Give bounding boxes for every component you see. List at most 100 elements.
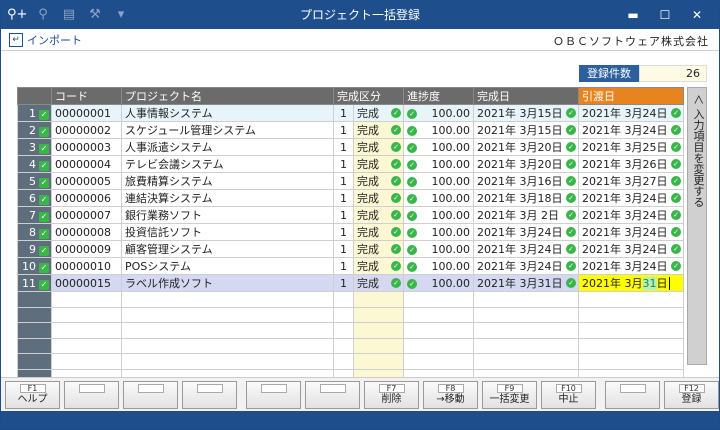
empty-cell[interactable]	[473, 291, 579, 308]
kubun-code-cell[interactable]: 1	[333, 274, 354, 292]
kubun-code-cell[interactable]: 1	[333, 172, 354, 190]
code-cell[interactable]: 00000001	[51, 104, 122, 122]
table-row[interactable]: 3 ✓ 00000003 人事派遣システム 1 完成 ✓ ✓ 100.00 2021年 3月20日…	[17, 138, 684, 156]
kubun-name-cell[interactable]: 完成 ✓	[353, 104, 404, 122]
row-number[interactable]: 2 ✓	[17, 121, 52, 139]
row-number[interactable]: 10 ✓	[17, 257, 52, 275]
row-number[interactable]: 6 ✓	[17, 189, 52, 207]
empty-cell[interactable]	[51, 337, 122, 354]
code-cell[interactable]: 00000006	[51, 189, 122, 207]
code-cell[interactable]: 00000015	[51, 274, 122, 292]
empty-cell[interactable]	[403, 322, 474, 339]
table-row[interactable]: 11 ✓ 00000015 ラベル作成ソフト 1 完成 ✓ ✓ 100.00 2021年 3月31…	[17, 274, 684, 292]
empty-cell[interactable]	[51, 306, 122, 323]
done-date-cell[interactable]: 2021年 3月24日 ✓	[473, 257, 579, 275]
empty-cell[interactable]	[403, 306, 474, 323]
empty-cell[interactable]	[473, 353, 579, 370]
progress-cell[interactable]: ✓ 100.00	[403, 189, 474, 207]
name-cell[interactable]: 顧客管理システム	[121, 240, 334, 258]
empty-row[interactable]	[17, 306, 684, 323]
empty-cell[interactable]	[578, 322, 684, 339]
done-date-cell[interactable]: 2021年 3月20日 ✓	[473, 138, 579, 156]
empty-cell[interactable]	[333, 337, 354, 354]
minimize-button[interactable]: ▬	[617, 1, 649, 29]
close-button[interactable]: ✕	[681, 1, 713, 29]
fkey-f8[interactable]: F8 →移動	[423, 381, 478, 409]
hand-date-cell[interactable]: 2021年 3月25日 ✓	[578, 138, 684, 156]
fkey-f12[interactable]: F12 登録	[664, 381, 719, 409]
kubun-code-cell[interactable]: 1	[333, 104, 354, 122]
empty-row[interactable]	[17, 337, 684, 354]
header-done-date[interactable]: 完成日	[473, 87, 579, 105]
name-cell[interactable]: スケジュール管理システム	[121, 121, 334, 139]
name-cell[interactable]: POSシステム	[121, 257, 334, 275]
kubun-code-cell[interactable]: 1	[333, 206, 354, 224]
progress-cell[interactable]: ✓ 100.00	[403, 155, 474, 173]
empty-cell[interactable]	[403, 353, 474, 370]
hand-date-cell[interactable]: 2021年 3月27日 ✓	[578, 172, 684, 190]
hand-date-cell[interactable]: 2021年 3月24日 ✓	[578, 104, 684, 122]
progress-cell[interactable]: ✓ 100.00	[403, 104, 474, 122]
code-cell[interactable]: 00000009	[51, 240, 122, 258]
header-code[interactable]: コード	[51, 87, 122, 105]
progress-cell[interactable]: ✓ 100.00	[403, 206, 474, 224]
fkey-f10[interactable]: F10 中止	[541, 381, 596, 409]
header-name[interactable]: プロジェクト名	[121, 87, 334, 105]
empty-row[interactable]	[17, 322, 684, 339]
empty-cell[interactable]	[121, 291, 334, 308]
row-number[interactable]: 7 ✓	[17, 206, 52, 224]
done-date-cell[interactable]: 2021年 3月16日 ✓	[473, 172, 579, 190]
empty-cell[interactable]	[403, 291, 474, 308]
empty-cell[interactable]	[333, 291, 354, 308]
kubun-name-cell[interactable]: 完成 ✓	[353, 206, 404, 224]
empty-cell[interactable]	[473, 322, 579, 339]
kubun-name-cell[interactable]: 完成 ✓	[353, 223, 404, 241]
code-cell[interactable]: 00000010	[51, 257, 122, 275]
done-date-cell[interactable]: 2021年 3月31日 ✓	[473, 274, 579, 292]
hand-date-cell[interactable]: 2021年 3月24日 ✓	[578, 121, 684, 139]
name-cell[interactable]: 人事派遣システム	[121, 138, 334, 156]
done-date-cell[interactable]: 2021年 3月15日 ✓	[473, 104, 579, 122]
empty-cell[interactable]	[353, 337, 404, 354]
kubun-name-cell[interactable]: 完成 ✓	[353, 121, 404, 139]
header-progress[interactable]: 進捗度	[403, 87, 474, 105]
progress-cell[interactable]: ✓ 100.00	[403, 138, 474, 156]
empty-cell[interactable]	[578, 353, 684, 370]
empty-cell[interactable]	[353, 306, 404, 323]
empty-cell[interactable]	[353, 291, 404, 308]
kubun-code-cell[interactable]: 1	[333, 138, 354, 156]
row-number[interactable]: 8 ✓	[17, 223, 52, 241]
code-cell[interactable]: 00000003	[51, 138, 122, 156]
row-number[interactable]: 4 ✓	[17, 155, 52, 173]
empty-cell[interactable]	[333, 306, 354, 323]
row-number[interactable]: 11 ✓	[17, 274, 52, 292]
progress-cell[interactable]: ✓ 100.00	[403, 240, 474, 258]
name-cell[interactable]: 連結決算システム	[121, 189, 334, 207]
progress-cell[interactable]: ✓ 100.00	[403, 257, 474, 275]
row-number[interactable]: 3 ✓	[17, 138, 52, 156]
kubun-code-cell[interactable]: 1	[333, 257, 354, 275]
hand-date-cell[interactable]: 2021年 3月31日	[578, 274, 684, 292]
done-date-cell[interactable]: 2021年 3月20日 ✓	[473, 155, 579, 173]
progress-cell[interactable]: ✓ 100.00	[403, 223, 474, 241]
hand-date-cell[interactable]: 2021年 3月24日 ✓	[578, 223, 684, 241]
empty-row[interactable]	[17, 353, 684, 370]
name-cell[interactable]: テレビ会議システム	[121, 155, 334, 173]
empty-cell[interactable]	[578, 306, 684, 323]
table-row[interactable]: 7 ✓ 00000007 銀行業務ソフト 1 完成 ✓ ✓ 100.00 2021年 3月 2日 ✓…	[17, 206, 684, 224]
header-hand-date[interactable]: 引渡日	[578, 87, 684, 105]
empty-cell[interactable]	[51, 291, 122, 308]
hand-date-cell[interactable]: 2021年 3月24日 ✓	[578, 206, 684, 224]
empty-cell[interactable]	[403, 337, 474, 354]
empty-cell[interactable]	[353, 353, 404, 370]
kubun-name-cell[interactable]: 完成 ✓	[353, 189, 404, 207]
done-date-cell[interactable]: 2021年 3月18日 ✓	[473, 189, 579, 207]
empty-cell[interactable]	[121, 322, 334, 339]
kubun-name-cell[interactable]: 完成 ✓	[353, 138, 404, 156]
empty-cell[interactable]	[121, 353, 334, 370]
name-cell[interactable]: ラベル作成ソフト	[121, 274, 334, 292]
table-row[interactable]: 8 ✓ 00000008 投資信託ソフト 1 完成 ✓ ✓ 100.00 2021年 3月24日 ✓…	[17, 223, 684, 241]
code-cell[interactable]: 00000005	[51, 172, 122, 190]
import-button[interactable]: ↵ インポート	[9, 32, 82, 48]
empty-cell[interactable]	[121, 306, 334, 323]
